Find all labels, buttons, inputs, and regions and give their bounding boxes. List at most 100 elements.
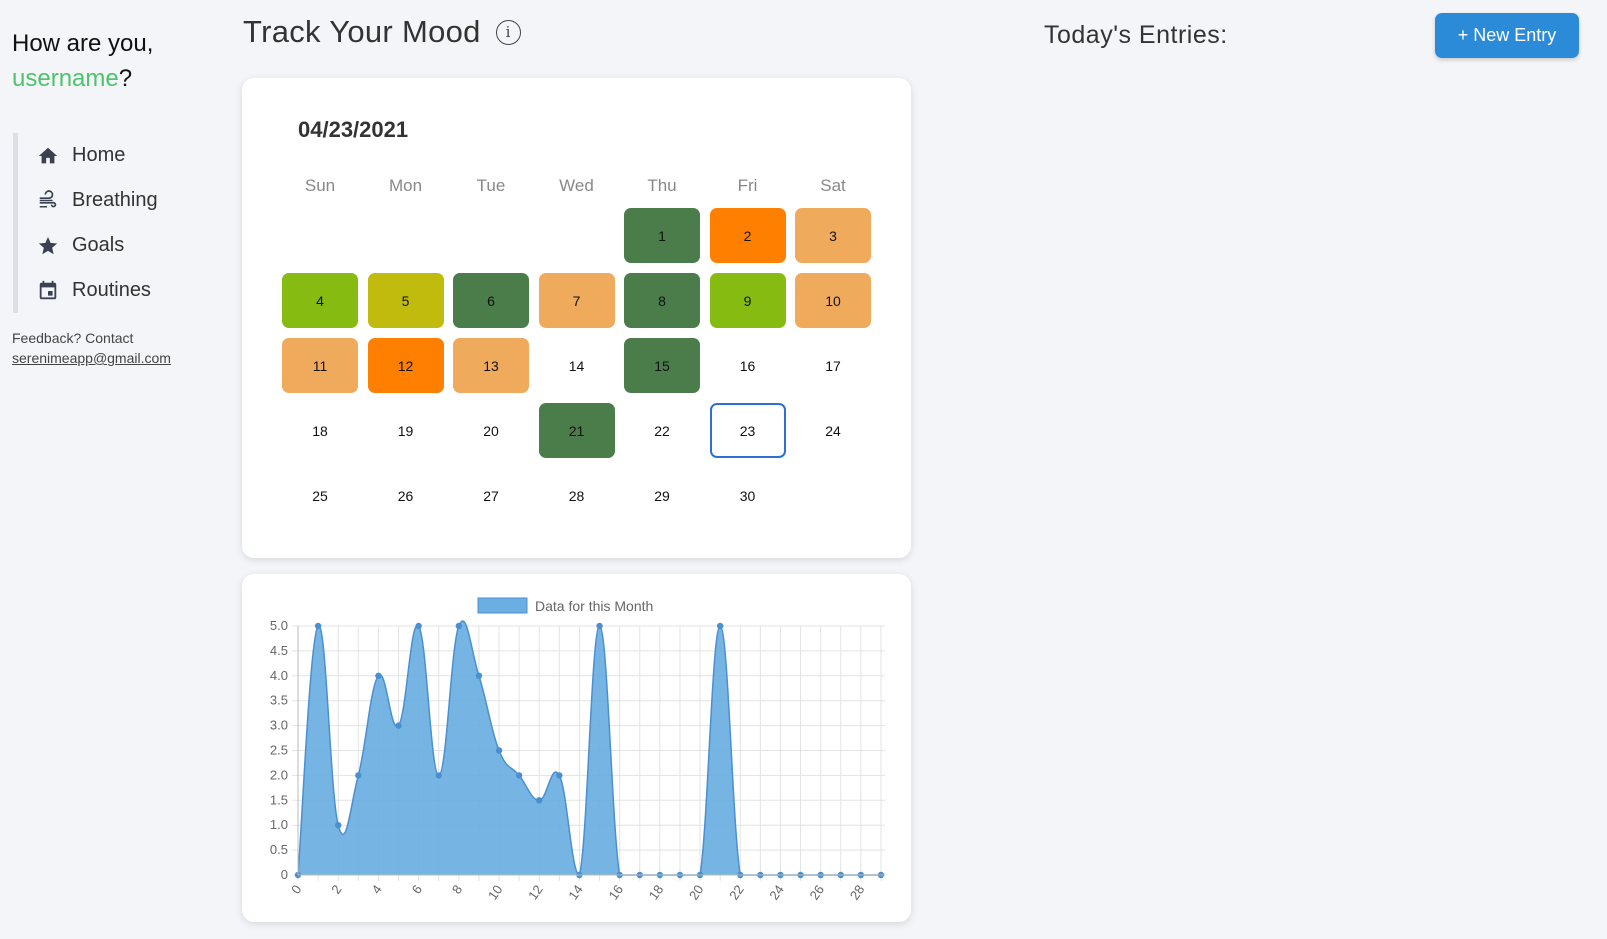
data-point xyxy=(355,772,362,779)
x-tick-label: 22 xyxy=(726,882,747,902)
calendar-day[interactable]: 3 xyxy=(795,208,871,263)
y-tick-label: 0 xyxy=(281,867,288,882)
info-icon[interactable]: i xyxy=(495,19,521,45)
weekday-header: Thu xyxy=(647,176,677,195)
x-tick-label: 2 xyxy=(328,882,344,897)
page-title: Track Your Mood i xyxy=(243,14,521,50)
sidebar-item-label: Home xyxy=(72,144,126,166)
x-tick-label: 4 xyxy=(368,882,384,897)
calendar-day[interactable]: 28 xyxy=(539,468,615,523)
calendar-day[interactable]: 15 xyxy=(624,338,700,393)
data-point xyxy=(536,797,543,804)
calendar-day-selected[interactable]: 23 xyxy=(709,403,786,458)
feedback: Feedback? Contact serenimeapp@gmail.com xyxy=(12,328,171,368)
calendar-day[interactable]: 1 xyxy=(624,208,700,263)
data-point xyxy=(716,622,724,630)
sidebar-item-label: Goals xyxy=(72,234,125,256)
calendar-day[interactable]: 27 xyxy=(453,468,529,523)
calendar-day[interactable]: 16 xyxy=(710,338,786,393)
weekday-header: Tue xyxy=(476,176,506,195)
weekday-header: Fri xyxy=(737,176,758,195)
calendar-day[interactable]: 20 xyxy=(453,403,529,458)
sidebar-item-goals[interactable]: Goals xyxy=(18,223,203,268)
mood-chart: 00.51.01.52.02.53.03.54.04.55.00 2 4 6 8 10 12… xyxy=(270,597,885,903)
calendar-day[interactable]: 2 xyxy=(709,208,786,263)
calendar-day[interactable]: 22 xyxy=(624,403,700,458)
calendar-day[interactable]: 14 xyxy=(539,338,615,393)
weekday-header: Mon xyxy=(388,176,423,195)
sidebar-nav: Home Breathing Goals Routines xyxy=(13,133,203,313)
calendar-day[interactable]: 21 xyxy=(538,403,615,458)
y-tick-label: 1.5 xyxy=(270,792,288,807)
y-tick-label: 1.0 xyxy=(270,817,288,832)
legend-swatch xyxy=(477,597,528,614)
wind-icon xyxy=(36,189,60,213)
calendar-day[interactable]: 10 xyxy=(795,273,871,328)
sidebar-item-home[interactable]: Home xyxy=(18,133,203,178)
calendar-date: 04/23/2021 xyxy=(298,117,409,142)
calendar-day[interactable]: 18 xyxy=(282,403,358,458)
calendar-day[interactable]: 7 xyxy=(538,273,615,328)
y-tick-label: 4.0 xyxy=(270,668,288,683)
data-point xyxy=(335,822,342,829)
y-tick-label: 3.5 xyxy=(270,693,288,708)
mood-chart-card: 0 0.5 1.0 1.5 2.0 2.5 3.0 3.5 4.0 4.5 5.0 0 2 4 6 8 10 12… xyxy=(242,574,911,922)
feedback-email-link[interactable]: serenimeapp@gmail.com xyxy=(12,350,171,366)
data-point xyxy=(415,622,422,630)
sidebar-item-routines[interactable]: Routines xyxy=(18,268,203,313)
feedback-text: Feedback? Contact xyxy=(12,330,134,346)
page-title-text: Track Your Mood xyxy=(243,14,481,49)
greeting-suffix: ? xyxy=(118,65,133,92)
calendar-day[interactable]: 11 xyxy=(282,338,358,393)
sidebar-item-breathing[interactable]: Breathing xyxy=(18,178,203,223)
x-tick-label: 14 xyxy=(565,882,586,902)
calendar-day[interactable]: 6 xyxy=(453,273,529,328)
data-point xyxy=(475,672,483,679)
new-entry-button[interactable]: + New Entry xyxy=(1435,13,1579,58)
calendar-day[interactable]: 13 xyxy=(453,338,529,393)
calendar-day[interactable]: 9 xyxy=(709,273,786,328)
x-tick-label: 6 xyxy=(409,882,425,897)
y-tick-label: 0.5 xyxy=(270,842,288,857)
x-tick-label: 24 xyxy=(766,882,787,902)
calendar-day[interactable]: 19 xyxy=(368,403,444,458)
weekday-header: Sat xyxy=(820,176,846,195)
x-tick-label: 16 xyxy=(606,882,627,902)
x-tick-label: 18 xyxy=(646,882,667,902)
star-icon xyxy=(36,234,60,258)
greeting-prefix: How are you, xyxy=(12,30,154,57)
calendar-day[interactable]: 25 xyxy=(282,468,358,523)
x-tick-label: 28 xyxy=(847,882,868,902)
x-tick-label: 0 xyxy=(288,882,304,897)
calendar-card: 04/23/2021 Sun Mon Tue Wed Thu Fri Sat 1 2 3 4 5 6 7 8… xyxy=(242,78,911,558)
data-point xyxy=(455,622,463,630)
calendar-day[interactable]: 17 xyxy=(795,338,871,393)
data-point xyxy=(435,772,442,779)
calendar-day[interactable]: 5 xyxy=(367,273,444,328)
calendar-day[interactable]: 12 xyxy=(367,338,444,393)
home-icon xyxy=(36,144,60,168)
calendar-day[interactable]: 24 xyxy=(795,403,871,458)
data-point xyxy=(395,722,402,729)
x-tick-label: 26 xyxy=(807,882,828,902)
y-tick-label: 3.0 xyxy=(270,718,288,733)
y-tick-label: 2.0 xyxy=(270,767,288,782)
weekday-header: Sun xyxy=(304,176,336,195)
greeting: How are you, username? xyxy=(12,26,153,96)
data-point xyxy=(515,772,523,779)
x-tick-label: 12 xyxy=(525,882,546,902)
y-tick-label: 4.5 xyxy=(270,643,288,658)
calendar-day[interactable]: 4 xyxy=(282,273,358,328)
data-point xyxy=(556,772,563,779)
calendar-day[interactable]: 30 xyxy=(710,468,786,523)
data-point xyxy=(495,747,503,754)
sidebar-item-label: Breathing xyxy=(72,189,158,211)
calendar-day[interactable]: 26 xyxy=(368,468,444,523)
calendar-day[interactable]: 8 xyxy=(624,273,700,328)
calendar-day[interactable]: 29 xyxy=(624,468,700,523)
y-tick-label: 5.0 xyxy=(270,618,288,633)
x-tick-label: 8 xyxy=(449,882,465,897)
weekday-header: Wed xyxy=(559,176,594,195)
greeting-username: username xyxy=(12,65,119,92)
data-point xyxy=(375,672,382,679)
